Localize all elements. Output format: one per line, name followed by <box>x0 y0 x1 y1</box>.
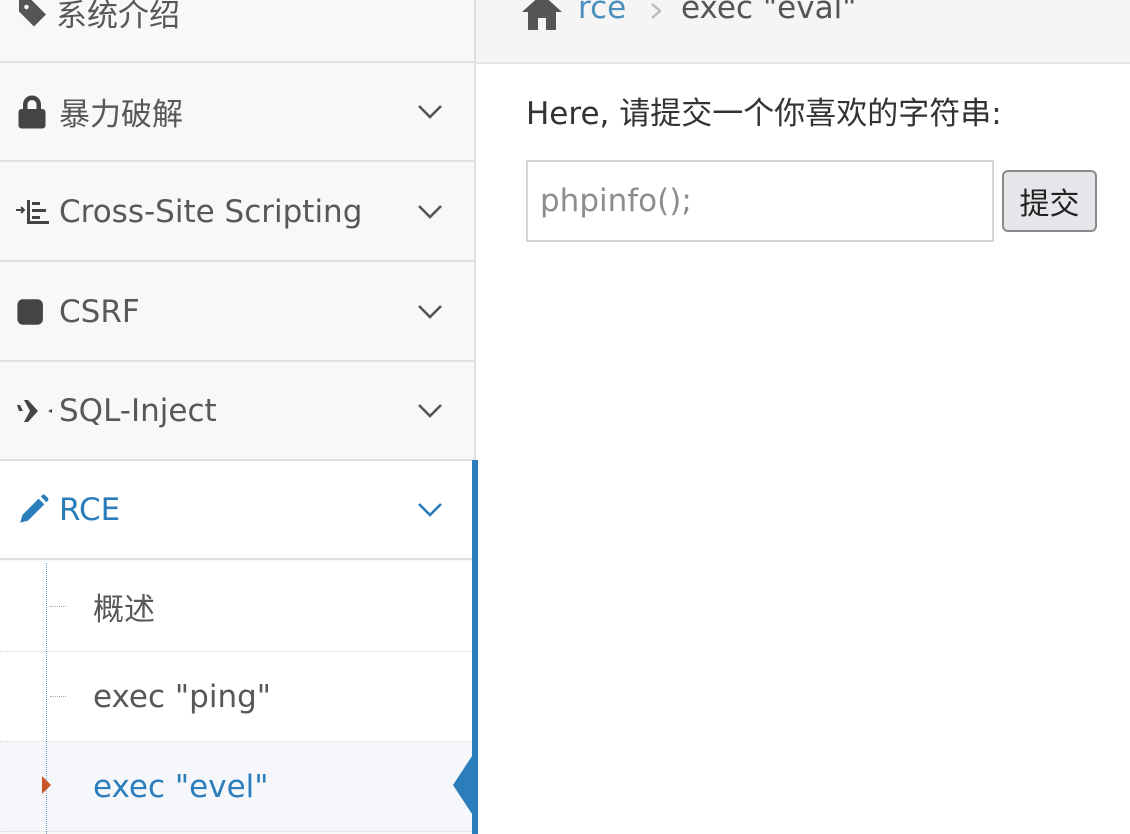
submenu-item-label: 概述 <box>93 592 155 628</box>
submenu-item-label: exec "ping" <box>93 678 272 715</box>
chevron-down-icon <box>417 362 445 459</box>
submenu-item-label: exec "evel" <box>93 768 269 805</box>
breadcrumb: rce exec "eval" <box>476 0 1130 64</box>
sidebar-item-sql-inject[interactable]: SQL-Inject <box>0 362 474 461</box>
submit-button[interactable]: 提交 <box>1002 170 1097 232</box>
home-icon[interactable] <box>518 0 566 36</box>
chevron-down-icon <box>417 163 445 260</box>
active-item-pointer <box>453 753 474 817</box>
sidebar-item-label: RCE <box>59 491 121 528</box>
string-input[interactable] <box>526 160 994 242</box>
caret-right-icon <box>42 776 51 794</box>
tree-connector <box>50 606 66 607</box>
submenu-item-overview[interactable]: 概述 <box>0 562 472 652</box>
prompt-text: Here, 请提交一个你喜欢的字符串: <box>526 96 1002 132</box>
breadcrumb-current: exec "eval" <box>681 0 857 26</box>
lock-icon <box>16 63 52 160</box>
tree-connector <box>50 696 66 697</box>
sidebar-item-label: SQL-Inject <box>59 392 217 429</box>
tag-icon <box>16 0 52 61</box>
share-icon <box>16 263 52 360</box>
sidebar-item-csrf[interactable]: CSRF <box>0 263 474 362</box>
breadcrumb-link-rce[interactable]: rce <box>578 0 626 26</box>
plane-icon <box>16 362 52 459</box>
chevron-down-icon <box>417 461 445 558</box>
sidebar-item-label: CSRF <box>59 293 140 330</box>
chevron-down-icon <box>417 63 445 160</box>
sidebar-item-rce[interactable]: RCE <box>0 461 474 560</box>
sidebar-item-label: 系统介绍 <box>56 0 180 34</box>
sidebar-item-xss[interactable]: Cross-Site Scripting <box>0 163 474 262</box>
submenu-item-exec-evel[interactable]: exec "evel" <box>0 742 472 832</box>
sidebar-item-label: Cross-Site Scripting <box>59 193 363 230</box>
sidebar-item-brute-force[interactable]: 暴力破解 <box>0 63 474 162</box>
chevron-down-icon <box>417 263 445 360</box>
chevron-right-icon <box>646 0 668 28</box>
pencil-icon <box>16 461 52 558</box>
list-icon <box>16 163 52 260</box>
submenu-item-exec-ping[interactable]: exec "ping" <box>0 652 472 742</box>
sidebar-item-label: 暴力破解 <box>59 97 183 133</box>
sidebar-item-intro[interactable]: 系统介绍 <box>0 0 474 63</box>
sidebar: 系统介绍 暴力破解 Cross-Site Scripting CSRF SQL-… <box>0 0 476 834</box>
